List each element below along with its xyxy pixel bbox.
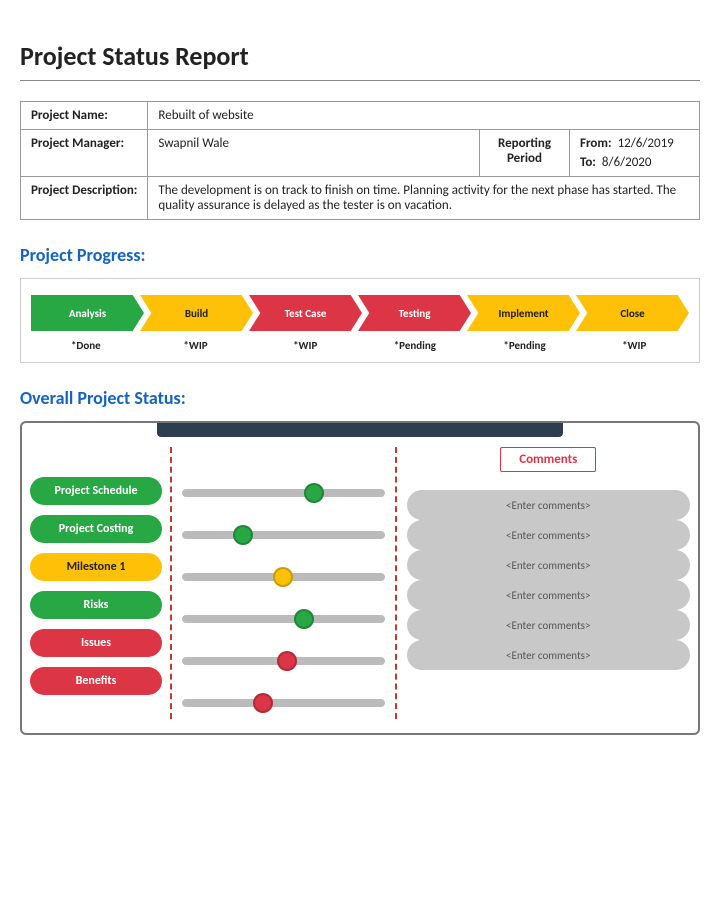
comments-label: Comments (500, 447, 596, 472)
arrow-build: Build (140, 295, 253, 331)
status-3: *Pending (360, 339, 470, 352)
track-dot-5 (253, 693, 273, 713)
manager-row: Project Manager: Swapnil Wale Reporting … (21, 130, 700, 177)
slider-track-3[interactable] (182, 603, 385, 635)
info-table: Project Name: Rebuilt of website Project… (20, 101, 700, 220)
project-name-label: Project Name: (21, 102, 148, 130)
status-5: *WIP (579, 339, 689, 352)
track-bg-5 (182, 699, 385, 707)
arrows-row: AnalysisBuildTest CaseTestingImplementCl… (31, 295, 689, 331)
header-strip (157, 423, 563, 437)
track-dot-3 (294, 609, 314, 629)
track-dot-0 (304, 483, 324, 503)
description-value: The development is on track to finish on… (148, 177, 700, 220)
arrow-test-case: Test Case (249, 295, 362, 331)
description-label: Project Description: (21, 177, 148, 220)
overall-box: Project Schedule Project Costing Milestone… (20, 421, 700, 735)
slider-track-0[interactable] (182, 477, 385, 509)
track-bg-1 (182, 531, 385, 539)
page-container: Project Status Report Project Name: Rebu… (20, 40, 700, 735)
to-label: To: (580, 155, 596, 170)
col-labels: Project Schedule Project Costing Milestone… (30, 447, 170, 719)
status-label-5: Benefits (30, 667, 162, 695)
comment-field-0[interactable]: <Enter comments> (407, 490, 691, 520)
pipeline-container: AnalysisBuildTest CaseTestingImplementCl… (20, 278, 700, 363)
project-name-value: Rebuilt of website (148, 102, 700, 130)
status-label-4: Issues (30, 629, 162, 657)
track-dot-2 (273, 567, 293, 587)
status-4: *Pending (470, 339, 580, 352)
track-bg-3 (182, 615, 385, 623)
slider-track-1[interactable] (182, 519, 385, 551)
comment-field-1[interactable]: <Enter comments> (407, 520, 691, 550)
comment-field-4[interactable]: <Enter comments> (407, 610, 691, 640)
arrow-analysis: Analysis (31, 295, 144, 331)
slider-track-2[interactable] (182, 561, 385, 593)
reporting-period-dates: From: 12/6/2019 To: 8/6/2020 (570, 130, 700, 177)
status-1: *WIP (141, 339, 251, 352)
status-label-2: Milestone 1 (30, 553, 162, 581)
status-2: *WIP (250, 339, 360, 352)
track-bg-4 (182, 657, 385, 665)
manager-value: Swapnil Wale (148, 130, 480, 177)
status-label-0: Project Schedule (30, 477, 162, 505)
arrow-testing: Testing (358, 295, 471, 331)
track-dot-4 (277, 651, 297, 671)
to-value: 8/6/2020 (602, 155, 652, 170)
manager-label: Project Manager: (21, 130, 148, 177)
slider-track-4[interactable] (182, 645, 385, 677)
status-label-3: Risks (30, 591, 162, 619)
track-bg-0 (182, 489, 385, 497)
comments-header: Comments (407, 447, 691, 472)
slider-track-5[interactable] (182, 687, 385, 719)
arrow-implement: Implement (467, 295, 580, 331)
status-label-1: Project Costing (30, 515, 162, 543)
description-row: Project Description: The development is … (21, 177, 700, 220)
comment-field-5[interactable]: <Enter comments> (407, 640, 691, 670)
arrow-close: Close (576, 295, 689, 331)
track-dot-1 (233, 525, 253, 545)
from-value: 12/6/2019 (618, 136, 674, 151)
col-sliders (170, 447, 395, 719)
title-divider (20, 80, 700, 81)
status-row: *Done*WIP*WIP*Pending*Pending*WIP (31, 339, 689, 352)
status-0: *Done (31, 339, 141, 352)
comment-field-3[interactable]: <Enter comments> (407, 580, 691, 610)
track-bg-2 (182, 573, 385, 581)
overall-body: Project Schedule Project Costing Milestone… (22, 437, 698, 733)
from-label: From: (580, 136, 612, 151)
reporting-period-label: Reporting Period (480, 130, 570, 177)
project-name-row: Project Name: Rebuilt of website (21, 102, 700, 130)
overall-title: Overall Project Status: (20, 387, 700, 409)
report-title: Project Status Report (20, 40, 700, 72)
comment-field-2[interactable]: <Enter comments> (407, 550, 691, 580)
col-comments: Comments <Enter comments><Enter comments… (395, 447, 691, 719)
progress-title: Project Progress: (20, 244, 700, 266)
